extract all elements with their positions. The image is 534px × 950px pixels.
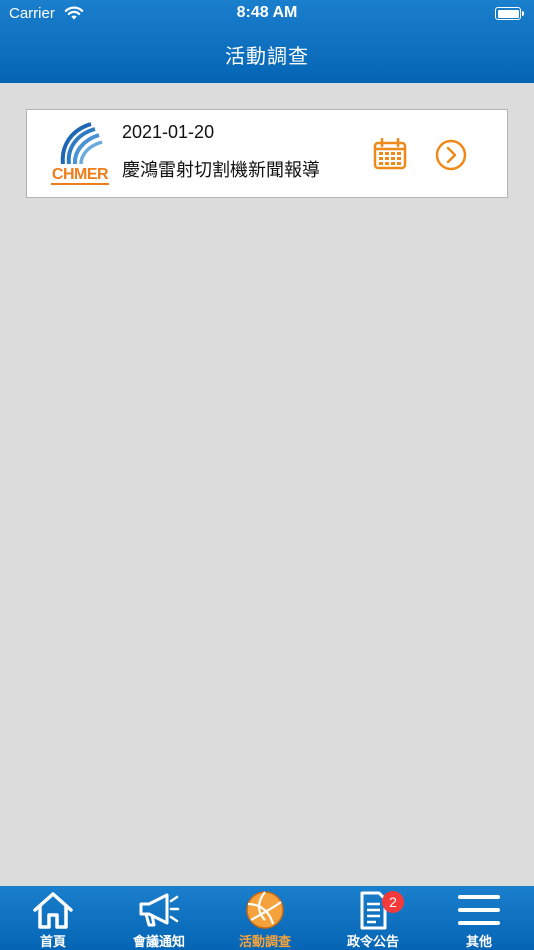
clock: 8:48 AM bbox=[236, 4, 298, 21]
tab-activity-survey[interactable]: 活動調查 bbox=[212, 886, 318, 950]
tab-label: 會議通知 bbox=[132, 935, 185, 950]
status-bar: Carrier 8:48 AM bbox=[0, 0, 534, 28]
tab-label: 首頁 bbox=[39, 935, 66, 950]
company-logo: CHMER bbox=[47, 122, 113, 185]
logo-underline bbox=[51, 183, 109, 185]
list-item[interactable]: CHMER 2021-01-20 慶鴻雷射切割機新聞報導 bbox=[26, 109, 508, 198]
item-title: 慶鴻雷射切割機新聞報導 bbox=[122, 160, 320, 181]
menu-icon bbox=[458, 895, 500, 925]
notification-badge: 2 bbox=[382, 891, 404, 913]
tab-policy-announcement[interactable]: 2 政令公告 bbox=[320, 886, 426, 950]
chevron-right-icon[interactable] bbox=[435, 139, 467, 171]
tab-label: 活動調查 bbox=[238, 935, 291, 950]
nav-bar: 活動調查 bbox=[0, 28, 534, 83]
tab-bar: 首頁 會議通知 活動調查 2 政令公告 其他 bbox=[0, 886, 534, 950]
tab-home[interactable]: 首頁 bbox=[0, 886, 106, 950]
logo-mark-icon bbox=[60, 122, 103, 165]
megaphone-icon bbox=[139, 893, 180, 927]
logo-text: CHMER bbox=[51, 166, 109, 183]
tab-other[interactable]: 其他 bbox=[426, 886, 532, 950]
tab-label: 政令公告 bbox=[346, 935, 399, 950]
volleyball-icon bbox=[246, 891, 284, 929]
item-date: 2021-01-20 bbox=[122, 122, 215, 142]
home-icon bbox=[33, 892, 73, 929]
tab-label: 其他 bbox=[465, 935, 492, 950]
calendar-icon[interactable] bbox=[373, 138, 407, 170]
content-area[interactable]: CHMER 2021-01-20 慶鴻雷射切割機新聞報導 bbox=[0, 83, 534, 886]
app-header: Carrier 8:48 AM 活動調查 bbox=[0, 0, 534, 83]
tab-meeting-notice[interactable]: 會議通知 bbox=[106, 886, 212, 950]
battery-icon bbox=[495, 7, 524, 20]
page-title: 活動調查 bbox=[225, 44, 309, 68]
